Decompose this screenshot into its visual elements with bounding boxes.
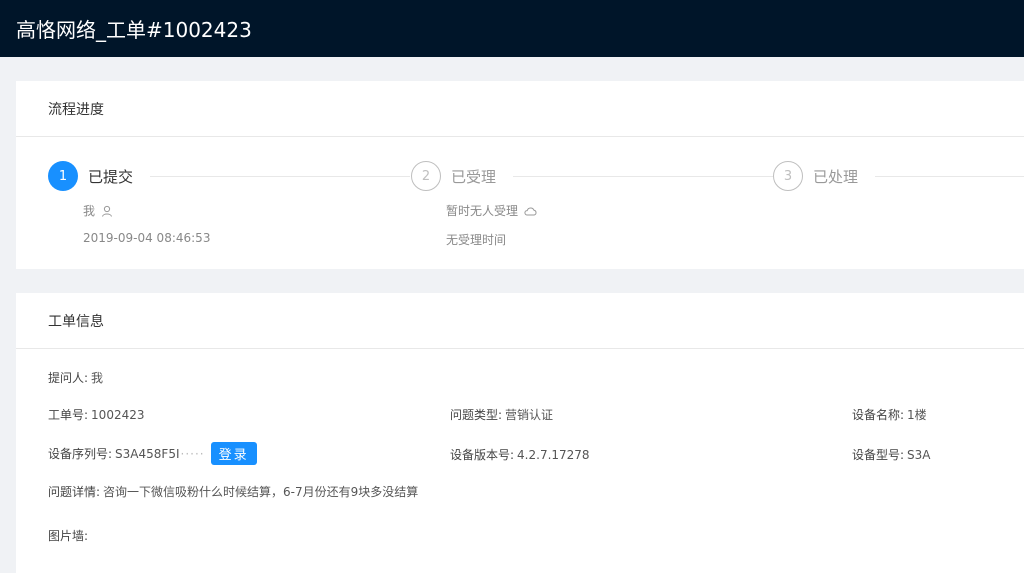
device-name-value: 1楼 [907, 408, 927, 422]
login-button[interactable]: 登录 [210, 442, 257, 465]
ticket-info-card: 工单信息 提问人: 我 工单号: 1002423 问题类型: 营销认证 设备名称… [16, 293, 1024, 573]
serial-masked: ····· [180, 446, 205, 461]
progress-card: 流程进度 1 已提交 我 2019-09-04 08:46:53 2 已受理 暂… [16, 81, 1024, 269]
page-title: 高恪网络_工单#1002423 [16, 18, 252, 42]
serial-label: 设备序列号: [48, 447, 113, 461]
ticket-info-body: 提问人: 我 工单号: 1002423 问题类型: 营销认证 设备名称: 1楼 … [16, 349, 1024, 573]
device-serial-field: 设备序列号: S3A458F5I ····· 登录 [48, 442, 257, 465]
problem-type-label: 问题类型: [450, 408, 503, 422]
step-1-time: 2019-09-04 08:46:53 [83, 231, 211, 245]
device-name-field: 设备名称: 1楼 [852, 406, 927, 423]
user-icon [102, 205, 113, 217]
submitter-value: 我 [91, 371, 104, 385]
firmware-field: 设备版本号: 4.2.7.17278 [450, 446, 590, 463]
detail-label: 问题详情: [48, 485, 101, 499]
firmware-label: 设备版本号: [450, 448, 515, 462]
submitter-field: 提问人: 我 [48, 369, 103, 386]
progress-card-header: 流程进度 [16, 81, 1024, 137]
progress-title: 流程进度 [48, 101, 104, 118]
problem-type-value: 营销认证 [505, 408, 554, 422]
model-label: 设备型号: [852, 448, 905, 462]
problem-type-field: 问题类型: 营销认证 [450, 406, 553, 423]
serial-value: S3A458F5I [115, 446, 180, 461]
ticket-no-value: 1002423 [91, 407, 145, 422]
model-field: 设备型号: S3A [852, 446, 931, 463]
step-1-who: 我 [83, 202, 113, 219]
step-3-connector [875, 176, 1024, 177]
ticket-no-field: 工单号: 1002423 [48, 406, 145, 423]
step-2-circle: 2 [411, 161, 441, 191]
app-header: 高恪网络_工单#1002423 [0, 0, 1024, 57]
ticket-no-label: 工单号: [48, 408, 89, 422]
device-name-label: 设备名称: [852, 408, 905, 422]
gallery-field: 图片墙: [48, 527, 88, 544]
gallery-label: 图片墙: [48, 529, 89, 543]
ticket-info-header: 工单信息 [16, 293, 1024, 349]
step-2-who: 暂时无人受理 [446, 202, 537, 219]
step-1-who-text: 我 [83, 204, 96, 218]
step-3-label: 已处理 [813, 168, 859, 186]
step-2-who-text: 暂时无人受理 [446, 204, 519, 218]
submitter-label: 提问人: [48, 371, 89, 385]
step-2-label: 已受理 [451, 168, 497, 186]
progress-steps: 1 已提交 我 2019-09-04 08:46:53 2 已受理 暂时无人受理 [16, 137, 1024, 269]
step-2-time: 无受理时间 [446, 233, 507, 247]
step-1-label: 已提交 [88, 168, 134, 186]
step-2-connector [513, 176, 773, 177]
step-1-circle: 1 [48, 161, 78, 191]
detail-field: 问题详情: 咨询一下微信吸粉什么时候结算，6-7月份还有9块多没结算 [48, 483, 418, 500]
detail-value: 咨询一下微信吸粉什么时候结算，6-7月份还有9块多没结算 [103, 485, 419, 499]
cloud-icon [524, 207, 537, 215]
firmware-value: 4.2.7.17278 [517, 447, 590, 462]
model-value: S3A [907, 447, 931, 462]
step-3-circle: 3 [773, 161, 803, 191]
step-1-connector [150, 176, 410, 177]
ticket-info-title: 工单信息 [48, 313, 104, 330]
